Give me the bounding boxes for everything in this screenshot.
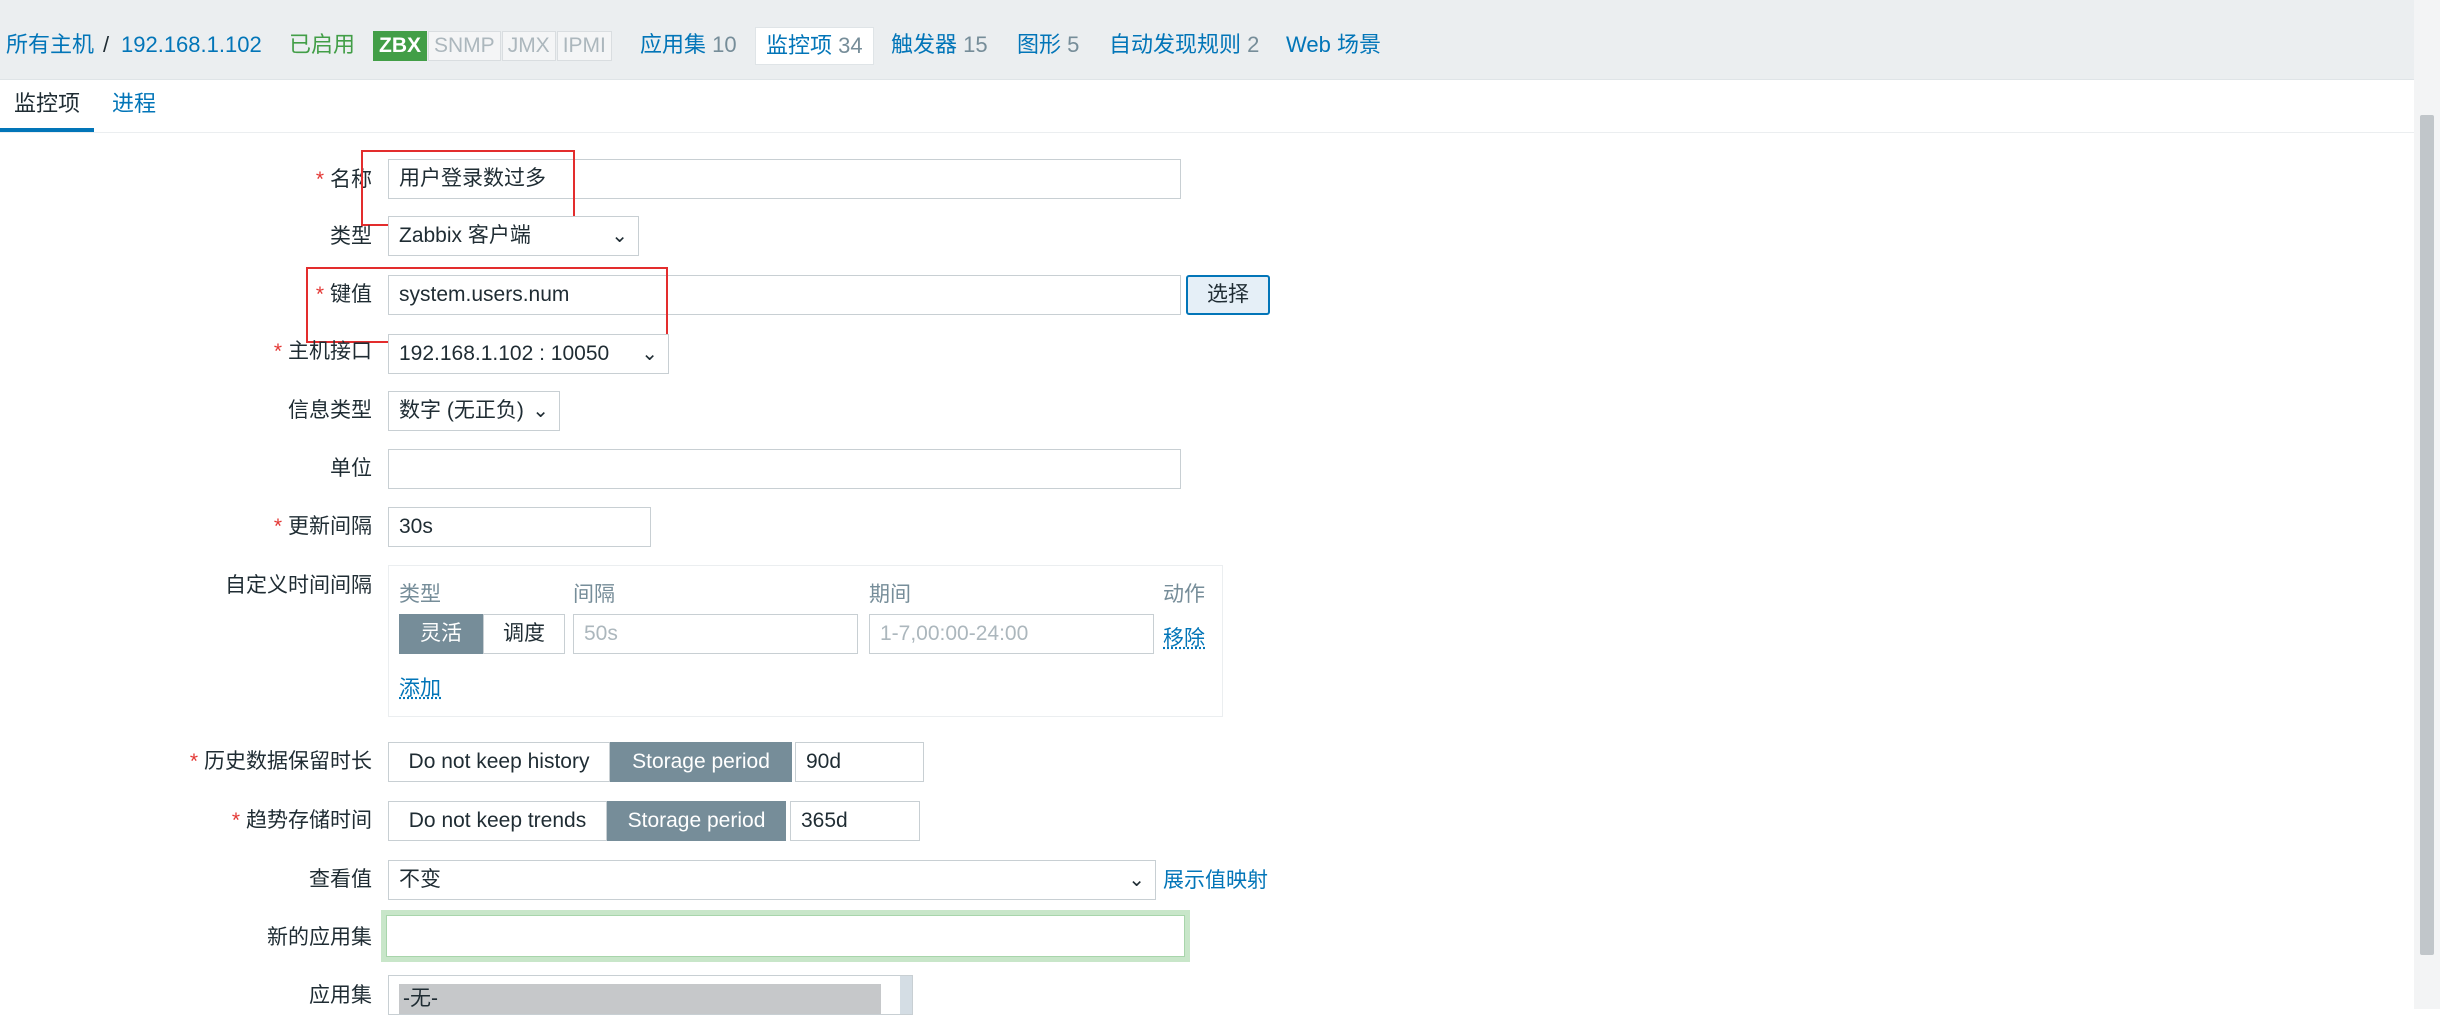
info-type-select-value: 数字 (无正负) [399, 399, 524, 422]
trends-do-not-keep-option[interactable]: Do not keep trends [388, 801, 607, 841]
show-value-select-value: 不变 [399, 868, 441, 891]
show-value-mappings-link[interactable]: 展示值映射 [1163, 866, 1268, 896]
applications-option-none[interactable]: -无- [399, 984, 881, 1014]
info-type-select[interactable]: 数字 (无正负) ⌄ [388, 391, 560, 431]
history-mode-toggle: Do not keep history Storage period [388, 742, 792, 782]
host-nav-applications-label: 应用集 [640, 32, 707, 57]
applications-label: 应用集 [309, 984, 372, 1007]
chevron-down-icon: ⌄ [532, 400, 549, 422]
host-nav-triggers-label: 触发器 [891, 32, 958, 57]
host-nav-web-label: Web 场景 [1286, 32, 1381, 57]
trends-storage-period-option[interactable]: Storage period [607, 801, 786, 841]
custom-header-interval: 间隔 [573, 583, 615, 606]
type-label: 类型 [330, 225, 372, 248]
required-marker: * [273, 340, 282, 363]
host-nav-applications-count: 10 [712, 32, 737, 57]
host-nav-triggers[interactable]: 触发器 15 [891, 27, 988, 63]
interface-select[interactable]: 192.168.1.102 : 10050 ⌄ [388, 334, 669, 374]
required-marker: * [231, 809, 240, 832]
type-select-value: Zabbix 客户端 [399, 224, 531, 247]
scheduling-option[interactable]: 调度 [483, 614, 565, 654]
breadcrumb-host[interactable]: 192.168.1.102 [121, 30, 262, 60]
host-nav-items-count: 34 [838, 33, 863, 58]
host-nav-items[interactable]: 监控项 34 [755, 27, 874, 65]
trends-mode-toggle: Do not keep trends Storage period [388, 801, 786, 841]
trends-label: * 趋势存储时间 [231, 809, 372, 832]
show-value-label: 查看值 [309, 868, 372, 891]
host-nav-discovery-count: 2 [1247, 32, 1260, 57]
new-application-input[interactable] [386, 915, 1185, 957]
host-nav-items-label: 监控项 [766, 33, 833, 58]
custom-intervals-label: 自定义时间间隔 [225, 574, 372, 597]
name-label: * 名称 [315, 168, 372, 191]
units-label: 单位 [330, 457, 372, 480]
chevron-down-icon: ⌄ [1128, 869, 1145, 891]
highlight-box-name [361, 150, 575, 226]
breadcrumb-separator: / [103, 32, 110, 57]
history-storage-period-option[interactable]: Storage period [610, 742, 792, 782]
host-navigation-bar: 所有主机 / 192.168.1.102 已启用 ZBX SNMP JMX IP… [0, 0, 2414, 80]
availability-snmp: SNMP [428, 31, 501, 61]
host-nav-graphs-label: 图形 [1017, 32, 1062, 57]
units-input[interactable] [388, 449, 1181, 489]
host-nav-triggers-count: 15 [963, 32, 988, 57]
required-marker: * [189, 750, 198, 773]
host-status-enabled[interactable]: 已启用 [289, 30, 355, 60]
availability-ipmi: IPMI [556, 31, 612, 61]
type-select[interactable]: Zabbix 客户端 ⌄ [388, 216, 639, 256]
custom-header-type: 类型 [399, 583, 441, 606]
flexible-option[interactable]: 灵活 [399, 614, 483, 654]
availability-indicators: ZBX SNMP JMX IPMI [373, 31, 613, 61]
new-application-label: 新的应用集 [267, 926, 372, 949]
interface-label: * 主机接口 [273, 340, 372, 363]
history-period-input[interactable]: 90d [795, 742, 924, 782]
listbox-scrollbar[interactable] [900, 976, 912, 1014]
tab-preprocessing[interactable]: 进程 [98, 80, 170, 130]
host-nav-web-scenarios[interactable]: Web 场景 [1286, 27, 1381, 63]
trends-period-input[interactable]: 365d [790, 801, 920, 841]
chevron-down-icon: ⌄ [641, 343, 658, 365]
highlight-box-key [306, 267, 668, 343]
interval-type-toggle: 灵活 调度 [399, 614, 565, 654]
applications-listbox[interactable]: -无- [388, 975, 913, 1015]
info-type-label: 信息类型 [288, 399, 372, 422]
tab-item[interactable]: 监控项 [0, 80, 95, 132]
key-select-button[interactable]: 选择 [1186, 275, 1270, 315]
host-nav-discovery-rules[interactable]: 自动发现规则 2 [1109, 27, 1259, 63]
host-nav-applications[interactable]: 应用集 10 [640, 27, 737, 63]
host-nav-discovery-label: 自动发现规则 [1109, 32, 1242, 57]
custom-intervals-table: 类型 间隔 期间 动作 灵活 调度 50s 1-7,00:00-24:00 移除… [388, 565, 1223, 717]
availability-jmx: JMX [501, 31, 556, 61]
host-nav-graphs-count: 5 [1067, 32, 1080, 57]
update-interval-label: * 更新间隔 [273, 515, 372, 538]
custom-interval-input[interactable]: 50s [573, 614, 858, 654]
new-application-input-wrapper [381, 910, 1190, 962]
update-interval-input[interactable]: 30s [388, 507, 651, 547]
custom-period-input[interactable]: 1-7,00:00-24:00 [869, 614, 1154, 654]
add-interval-link[interactable]: 添加 [399, 672, 441, 702]
chevron-down-icon: ⌄ [611, 225, 628, 247]
required-marker: * [273, 515, 282, 538]
required-marker: * [315, 168, 324, 191]
history-do-not-keep-option[interactable]: Do not keep history [388, 742, 610, 782]
history-label: * 历史数据保留时长 [189, 750, 372, 773]
host-nav-graphs[interactable]: 图形 5 [1017, 27, 1079, 63]
breadcrumb-all-hosts[interactable]: 所有主机 [6, 30, 94, 60]
custom-header-period: 期间 [869, 583, 911, 606]
show-value-select[interactable]: 不变 ⌄ [388, 860, 1156, 900]
custom-header-action: 动作 [1163, 583, 1205, 606]
availability-zbx: ZBX [373, 31, 427, 61]
page-scrollbar-thumb[interactable] [2420, 115, 2434, 955]
remove-interval-link[interactable]: 移除 [1163, 622, 1205, 652]
form-tabs: 监控项 进程 [0, 80, 2414, 133]
interface-select-value: 192.168.1.102 : 10050 [399, 342, 610, 365]
